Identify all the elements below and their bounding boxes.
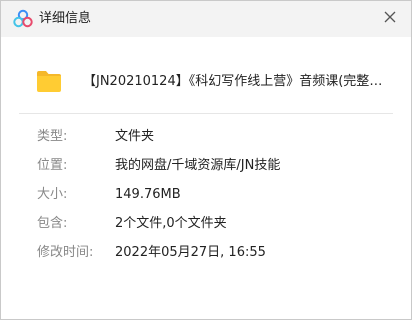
location-label: 位置: bbox=[37, 158, 68, 173]
close-icon bbox=[384, 11, 396, 23]
detail-row-modified: 修改时间: 2022年05月27日, 16:55 bbox=[1, 243, 411, 263]
contains-label: 包含: bbox=[37, 216, 68, 231]
divider bbox=[19, 113, 393, 114]
file-name: 【JN20210124】《科幻写作线上营》音频课(完整版带… bbox=[83, 74, 395, 89]
app-cloud-icon bbox=[13, 9, 33, 29]
detail-row-type: 类型: 文件夹 bbox=[1, 127, 411, 147]
close-button[interactable] bbox=[375, 3, 405, 31]
detail-row-size: 大小: 149.76MB bbox=[1, 185, 411, 205]
size-value: 149.76MB bbox=[115, 187, 181, 202]
contains-value: 2个文件,0个文件夹 bbox=[115, 216, 227, 231]
folder-icon bbox=[35, 67, 63, 95]
detail-row-location: 位置: 我的网盘/千域资源库/JN技能 bbox=[1, 156, 411, 176]
title-bar[interactable]: 详细信息 bbox=[1, 1, 411, 37]
type-label: 类型: bbox=[37, 129, 68, 144]
window-title: 详细信息 bbox=[39, 11, 92, 26]
detail-row-contains: 包含: 2个文件,0个文件夹 bbox=[1, 214, 411, 234]
size-label: 大小: bbox=[37, 187, 68, 202]
modified-value: 2022年05月27日, 16:55 bbox=[115, 245, 266, 260]
location-value: 我的网盘/千域资源库/JN技能 bbox=[115, 158, 281, 173]
modified-label: 修改时间: bbox=[37, 245, 94, 260]
details-dialog: 详细信息 【JN20210124】《科幻写作线上营》音频课(完整版带… 类型: … bbox=[0, 0, 412, 320]
type-value: 文件夹 bbox=[115, 129, 155, 144]
